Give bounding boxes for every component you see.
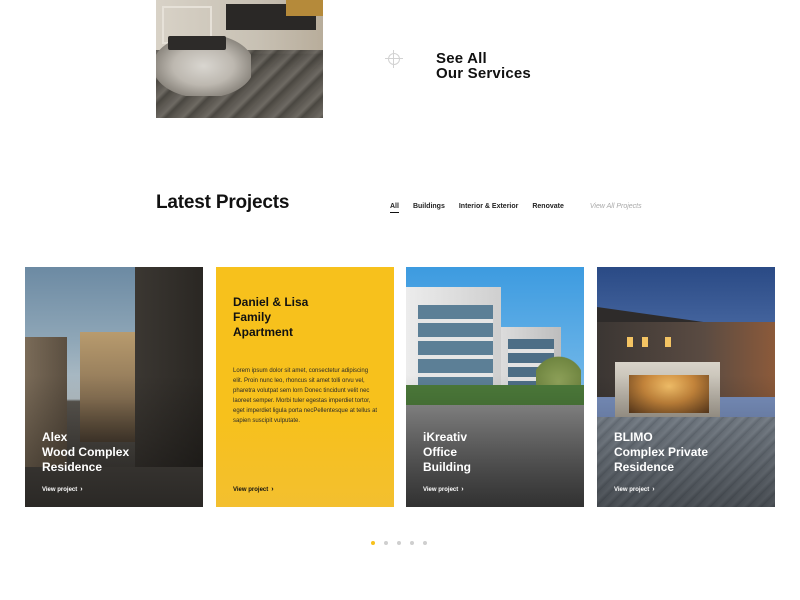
card-title-line: Residence [42, 460, 103, 474]
chevron-right-icon: › [271, 486, 274, 493]
carousel-pagination [371, 541, 436, 545]
filter-all[interactable]: All [390, 203, 399, 213]
view-project-label: View project [42, 487, 78, 493]
card-title-line: Office [423, 445, 458, 459]
project-card-alex-wood[interactable]: Alex Wood Complex Residence View project… [25, 267, 203, 507]
view-project-label: View project [423, 487, 459, 493]
card-title-line: Family [233, 310, 272, 324]
project-filters: All Buildings Interior & Exterior Renova… [390, 203, 642, 213]
image-gold-accent [286, 0, 323, 16]
see-all-line2: Our Services [436, 65, 531, 82]
see-all-services-link[interactable]: See All Our Services [436, 51, 531, 81]
view-project-label: View project [614, 487, 650, 493]
view-project-link[interactable]: View project › [614, 486, 655, 493]
pagination-dot[interactable] [371, 541, 375, 545]
card-description: Lorem ipsum dolor sit amet, consectetur … [233, 368, 378, 424]
card-title-line: Wood Complex [42, 445, 130, 459]
chevron-right-icon: › [461, 486, 464, 493]
card-title-line: Residence [614, 460, 675, 474]
services-image [156, 0, 323, 118]
pagination-dot[interactable] [384, 541, 388, 545]
filter-interior-exterior[interactable]: Interior & Exterior [459, 203, 519, 210]
chevron-right-icon: › [652, 486, 655, 493]
view-project-link[interactable]: View project › [423, 486, 464, 493]
card-title: Daniel & Lisa Family Apartment [233, 295, 308, 340]
project-card-blimo[interactable]: BLIMO Complex Private Residence View pro… [597, 267, 775, 507]
card-title-line: Daniel & Lisa [233, 295, 309, 309]
view-project-label: View project [233, 487, 269, 493]
section-title: Latest Projects [156, 192, 290, 213]
card-ghost-image [216, 417, 394, 507]
crosshair-icon [385, 50, 403, 68]
image-table [168, 36, 226, 50]
card-title-line: iKreativ [423, 430, 468, 444]
view-all-projects-link[interactable]: View All Projects [590, 203, 642, 210]
filter-buildings[interactable]: Buildings [413, 203, 445, 210]
pagination-dot[interactable] [397, 541, 401, 545]
pagination-dot[interactable] [423, 541, 427, 545]
pagination-dot[interactable] [410, 541, 414, 545]
project-card-ikreativ[interactable]: iKreativ Office Building View project › [406, 267, 584, 507]
see-all-line1: See All [436, 50, 487, 67]
card-title-line: Complex Private [614, 445, 709, 459]
project-card-daniel-lisa[interactable]: Daniel & Lisa Family Apartment Lorem ips… [216, 267, 394, 507]
view-project-link[interactable]: View project › [233, 486, 274, 493]
card-title-line: Apartment [233, 325, 294, 339]
card-title: iKreativ Office Building [423, 430, 471, 475]
card-title-line: Alex [42, 430, 68, 444]
filter-renovate[interactable]: Renovate [532, 203, 564, 210]
chevron-right-icon: › [80, 486, 83, 493]
view-project-link[interactable]: View project › [42, 486, 83, 493]
card-title-line: BLIMO [614, 430, 653, 444]
card-title: BLIMO Complex Private Residence [614, 430, 708, 475]
card-title: Alex Wood Complex Residence [42, 430, 129, 475]
card-title-line: Building [423, 460, 471, 474]
